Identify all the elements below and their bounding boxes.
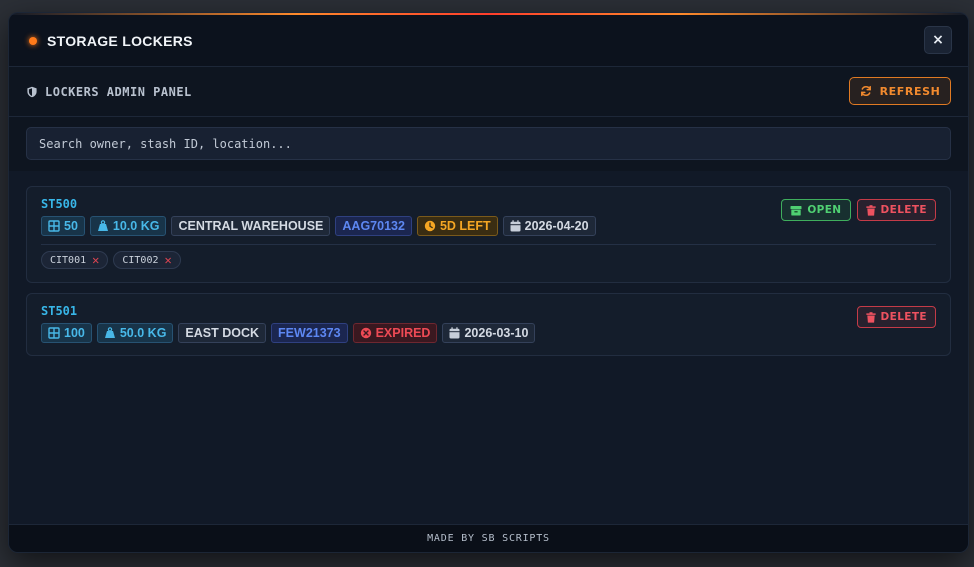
calendar-icon	[449, 327, 460, 339]
remove-tag-x-icon[interactable]: ✕	[164, 254, 171, 266]
clock-icon	[424, 220, 436, 232]
panel-header: LOCKERS ADMIN PANEL REFRESH	[9, 67, 968, 117]
card-divider	[41, 244, 936, 245]
trash-icon	[865, 204, 876, 216]
weight-icon	[104, 327, 116, 339]
remove-tag-x-icon[interactable]: ✕	[92, 254, 99, 266]
trash-icon	[865, 311, 876, 323]
search-input[interactable]	[26, 127, 951, 160]
titlebar: STORAGE LOCKERS ×	[9, 15, 968, 67]
locker-card: ST500 50 10.0 KG CENTRAL WAREHOUSE AAG70…	[26, 186, 951, 283]
location-badge: CENTRAL WAREHOUSE	[171, 216, 331, 236]
weight-value: 50.0 KG	[119, 326, 167, 340]
x-circle-icon	[360, 327, 372, 339]
footer-credit: MADE BY SB SCRIPTS	[427, 533, 550, 544]
stash-id: ST501	[41, 304, 78, 318]
date-value: 2026-04-20	[524, 219, 589, 233]
open-button[interactable]: OPEN	[781, 199, 851, 221]
expired-value: EXPIRED	[375, 326, 431, 340]
citizen-tag: CIT002 ✕	[113, 251, 181, 269]
grid-icon	[48, 327, 60, 339]
panel-title: LOCKERS ADMIN PANEL	[45, 84, 192, 99]
search-bar	[9, 117, 968, 171]
location-badge: EAST DOCK	[178, 323, 267, 343]
weight-badge: 50.0 KG	[96, 323, 174, 343]
locker-actions: DELETE	[856, 306, 936, 328]
time-left-badge: 5D LEFT	[416, 216, 498, 236]
date-badge: 2026-04-20	[502, 216, 596, 236]
locker-details: 100 50.0 KG EAST DOCK FEW21373 EXPIRED 2…	[41, 323, 536, 343]
calendar-icon	[510, 220, 521, 232]
locker-details: 50 10.0 KG CENTRAL WAREHOUSE AAG70132 5D…	[41, 216, 596, 236]
delete-label: DELETE	[880, 204, 927, 216]
storage-lockers-window: STORAGE LOCKERS × LOCKERS ADMIN PANEL RE…	[9, 13, 968, 552]
tag-label: CIT001	[50, 254, 87, 266]
stash-id: ST500	[41, 197, 78, 211]
owner-badge: FEW21373	[271, 323, 348, 343]
refresh-label: REFRESH	[879, 84, 941, 98]
delete-button[interactable]: DELETE	[856, 306, 936, 328]
close-button[interactable]: ×	[924, 26, 952, 54]
weight-value: 10.0 KG	[112, 219, 160, 233]
locker-card: ST501 100 50.0 KG EAST DOCK FEW21373 EXP…	[26, 293, 951, 356]
date-badge: 2026-03-10	[442, 323, 536, 343]
expired-badge: EXPIRED	[352, 323, 438, 343]
status-dot-icon	[29, 36, 37, 45]
window-title: STORAGE LOCKERS	[47, 32, 193, 49]
footer: MADE BY SB SCRIPTS	[9, 524, 968, 552]
citizen-tag: CIT001 ✕	[41, 251, 109, 269]
delete-label: DELETE	[880, 311, 927, 323]
weight-icon	[97, 220, 109, 232]
slots-value: 100	[64, 326, 85, 340]
refresh-button[interactable]: REFRESH	[849, 77, 951, 105]
weight-badge: 10.0 KG	[89, 216, 167, 236]
slots-badge: 50	[41, 216, 85, 236]
locker-actions: OPEN DELETE	[781, 199, 936, 221]
refresh-icon	[860, 85, 872, 97]
citizen-tags: CIT001 ✕ CIT002 ✕	[41, 251, 181, 269]
box-icon	[790, 205, 802, 216]
tag-label: CIT002	[122, 254, 159, 266]
grid-icon	[48, 220, 60, 232]
slots-badge: 100	[41, 323, 92, 343]
time-left-value: 5D LEFT	[439, 219, 491, 233]
date-value: 2026-03-10	[464, 326, 529, 340]
delete-button[interactable]: DELETE	[856, 199, 936, 221]
shield-icon	[26, 86, 38, 98]
open-label: OPEN	[807, 204, 842, 216]
owner-badge: AAG70132	[335, 216, 412, 236]
lockers-list: ST500 50 10.0 KG CENTRAL WAREHOUSE AAG70…	[26, 186, 951, 366]
slots-value: 50	[64, 219, 78, 233]
